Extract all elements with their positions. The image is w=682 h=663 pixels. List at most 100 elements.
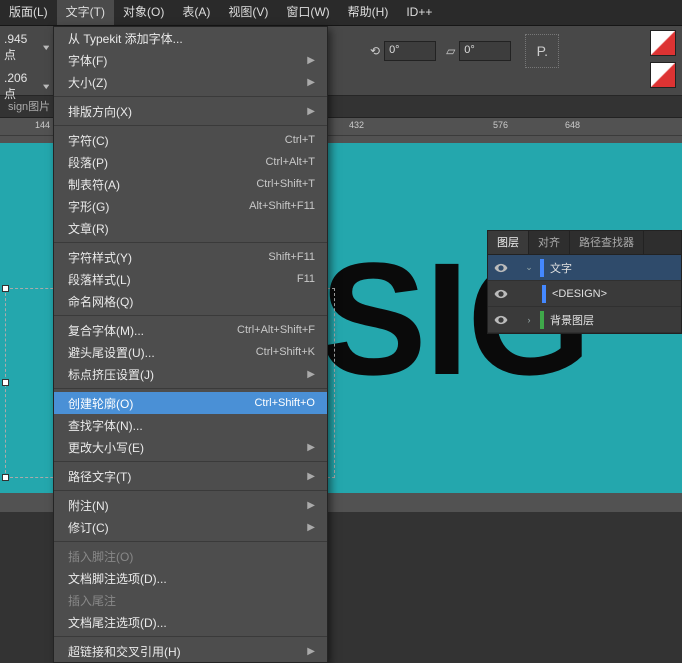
- menu-item-label: 大小(Z): [68, 74, 107, 91]
- menu-separator: [54, 125, 327, 126]
- menu-item-label: 字符样式(Y): [68, 249, 132, 266]
- menu-item-label: 排版方向(X): [68, 103, 132, 120]
- option-value-1: .945 点: [4, 32, 49, 63]
- menu-item[interactable]: 更改大小写(E) ▶: [54, 436, 327, 458]
- submenu-arrow-icon: ▶: [307, 369, 315, 380]
- layer-row[interactable]: ⌄文字: [488, 255, 681, 281]
- menu-item[interactable]: 超链接和交叉引用(H)▶: [54, 640, 327, 662]
- panel-tab[interactable]: 图层: [488, 231, 529, 254]
- menubar-item[interactable]: 表(A): [173, 0, 219, 25]
- menu-shortcut: Alt+Shift+F11: [249, 200, 315, 212]
- menu-item[interactable]: 创建轮廓(O)Ctrl+Shift+O: [54, 392, 327, 414]
- menubar-item[interactable]: 视图(V): [219, 0, 277, 25]
- submenu-arrow-icon: ▶: [307, 442, 315, 453]
- menu-shortcut: F11: [297, 273, 315, 285]
- menu-item[interactable]: 制表符(A)Ctrl+Shift+T: [54, 173, 327, 195]
- menu-item-label: 创建轮廓(O): [68, 395, 133, 412]
- menu-item-label: 插入脚注(O): [68, 548, 133, 565]
- menu-item[interactable]: 修订(C) ▶: [54, 516, 327, 538]
- selection-handle[interactable]: [2, 474, 9, 481]
- menu-item[interactable]: 字体(F)▶: [54, 49, 327, 71]
- menu-separator: [54, 96, 327, 97]
- menu-shortcut: Ctrl+Alt+Shift+F: [237, 324, 315, 336]
- layer-disclosure-icon[interactable]: ⌄: [524, 262, 534, 273]
- submenu-arrow-icon: ▶: [307, 77, 315, 88]
- rotate-icon: ⟲: [370, 44, 380, 58]
- stroke-swatch[interactable]: [650, 62, 676, 88]
- visibility-eye-icon[interactable]: [494, 261, 508, 275]
- menu-item-label: 文档脚注选项(D)...: [68, 570, 167, 587]
- shear-field[interactable]: 0°: [459, 41, 511, 61]
- menu-separator: [54, 636, 327, 637]
- menubar-item[interactable]: 窗口(W): [277, 0, 338, 25]
- menu-item-label: 更改大小写(E): [68, 439, 144, 456]
- menu-item-label: 段落样式(L): [68, 271, 131, 288]
- menu-item[interactable]: 避头尾设置(U)...Ctrl+Shift+K: [54, 341, 327, 363]
- menu-item[interactable]: 查找字体(N)...: [54, 414, 327, 436]
- layer-disclosure-icon[interactable]: ›: [524, 315, 534, 325]
- document-tab[interactable]: sign图片: [2, 96, 56, 118]
- submenu-arrow-icon: ▶: [307, 522, 315, 533]
- menu-item: 插入尾注: [54, 589, 327, 611]
- menu-item-label: 超链接和交叉引用(H): [68, 643, 181, 660]
- menu-item[interactable]: 字形(G) Alt+Shift+F11: [54, 195, 327, 217]
- fill-swatch[interactable]: [650, 30, 676, 56]
- menubar-item[interactable]: 版面(L): [0, 0, 57, 25]
- menu-item[interactable]: 段落样式(L) F11: [54, 268, 327, 290]
- menu-item[interactable]: 字符(C) Ctrl+T: [54, 129, 327, 151]
- text-tool-proxy[interactable]: P.: [525, 34, 559, 68]
- menu-item[interactable]: 文章(R): [54, 217, 327, 239]
- selection-handle[interactable]: [2, 379, 9, 386]
- layer-color-swatch: [542, 285, 546, 303]
- menubar-item[interactable]: 文字(T): [57, 0, 114, 25]
- menubar-item[interactable]: 帮助(H): [339, 0, 398, 25]
- menu-separator: [54, 388, 327, 389]
- menu-item-label: 制表符(A): [68, 176, 120, 193]
- menubar-item[interactable]: ID++: [397, 0, 441, 25]
- menu-item-label: 文章(R): [68, 220, 109, 237]
- menu-item[interactable]: 标点挤压设置(J)▶: [54, 363, 327, 385]
- menu-item-label: 字体(F): [68, 52, 107, 69]
- menu-item[interactable]: 复合字体(M)...Ctrl+Alt+Shift+F: [54, 319, 327, 341]
- visibility-eye-icon[interactable]: [494, 313, 508, 327]
- menubar-item[interactable]: 对象(O): [114, 0, 173, 25]
- layer-row[interactable]: ›背景图层: [488, 307, 681, 333]
- selection-handle[interactable]: [2, 285, 9, 292]
- menu-item-label: 文档尾注选项(D)...: [68, 614, 167, 631]
- menu-item[interactable]: 大小(Z) ▶: [54, 71, 327, 93]
- menu-item: 插入脚注(O): [54, 545, 327, 567]
- layer-color-swatch: [540, 311, 544, 329]
- menubar: 版面(L)文字(T)对象(O)表(A)视图(V)窗口(W)帮助(H)ID++: [0, 0, 682, 26]
- menu-item-label: 附注(N): [68, 497, 109, 514]
- menu-separator: [54, 461, 327, 462]
- menu-separator: [54, 490, 327, 491]
- menu-item[interactable]: 段落(P)Ctrl+Alt+T: [54, 151, 327, 173]
- menu-item-label: 修订(C): [68, 519, 109, 536]
- menu-item[interactable]: 字符样式(Y)Shift+F11: [54, 246, 327, 268]
- menu-item[interactable]: 附注(N) ▶: [54, 494, 327, 516]
- type-menu-dropdown: 从 Typekit 添加字体...字体(F)▶大小(Z)▶排版方向(X)▶字符(…: [53, 26, 328, 663]
- menu-item[interactable]: 命名网格(Q): [54, 290, 327, 312]
- menu-shortcut: Ctrl+Alt+T: [265, 156, 315, 168]
- menu-item[interactable]: 从 Typekit 添加字体...: [54, 27, 327, 49]
- menu-item[interactable]: 文档脚注选项(D)...: [54, 567, 327, 589]
- layers-panel: 图层对齐路径查找器 ⌄文字 <DESIGN> ›背景图层: [487, 230, 682, 334]
- menu-shortcut: Ctrl+T: [285, 134, 315, 146]
- menu-item-label: 字符(C): [68, 132, 109, 149]
- submenu-arrow-icon: ▶: [307, 500, 315, 511]
- shear-icon: ▱: [446, 44, 455, 58]
- layer-name: <DESIGN>: [552, 288, 607, 300]
- visibility-eye-icon[interactable]: [494, 287, 508, 301]
- panel-tab[interactable]: 对齐: [529, 231, 570, 254]
- layer-row[interactable]: <DESIGN>: [488, 281, 681, 307]
- menu-item-label: 字形(G): [68, 198, 109, 215]
- layer-color-swatch: [540, 259, 544, 277]
- menu-item[interactable]: 排版方向(X) ▶: [54, 100, 327, 122]
- menu-item[interactable]: 文档尾注选项(D)...: [54, 611, 327, 633]
- menu-item-label: 路径文字(T): [68, 468, 131, 485]
- menu-item[interactable]: 路径文字(T)▶: [54, 465, 327, 487]
- rotation-field[interactable]: 0°: [384, 41, 436, 61]
- submenu-arrow-icon: ▶: [307, 106, 315, 117]
- panel-tab[interactable]: 路径查找器: [570, 231, 644, 254]
- menu-item-label: 插入尾注: [68, 592, 116, 609]
